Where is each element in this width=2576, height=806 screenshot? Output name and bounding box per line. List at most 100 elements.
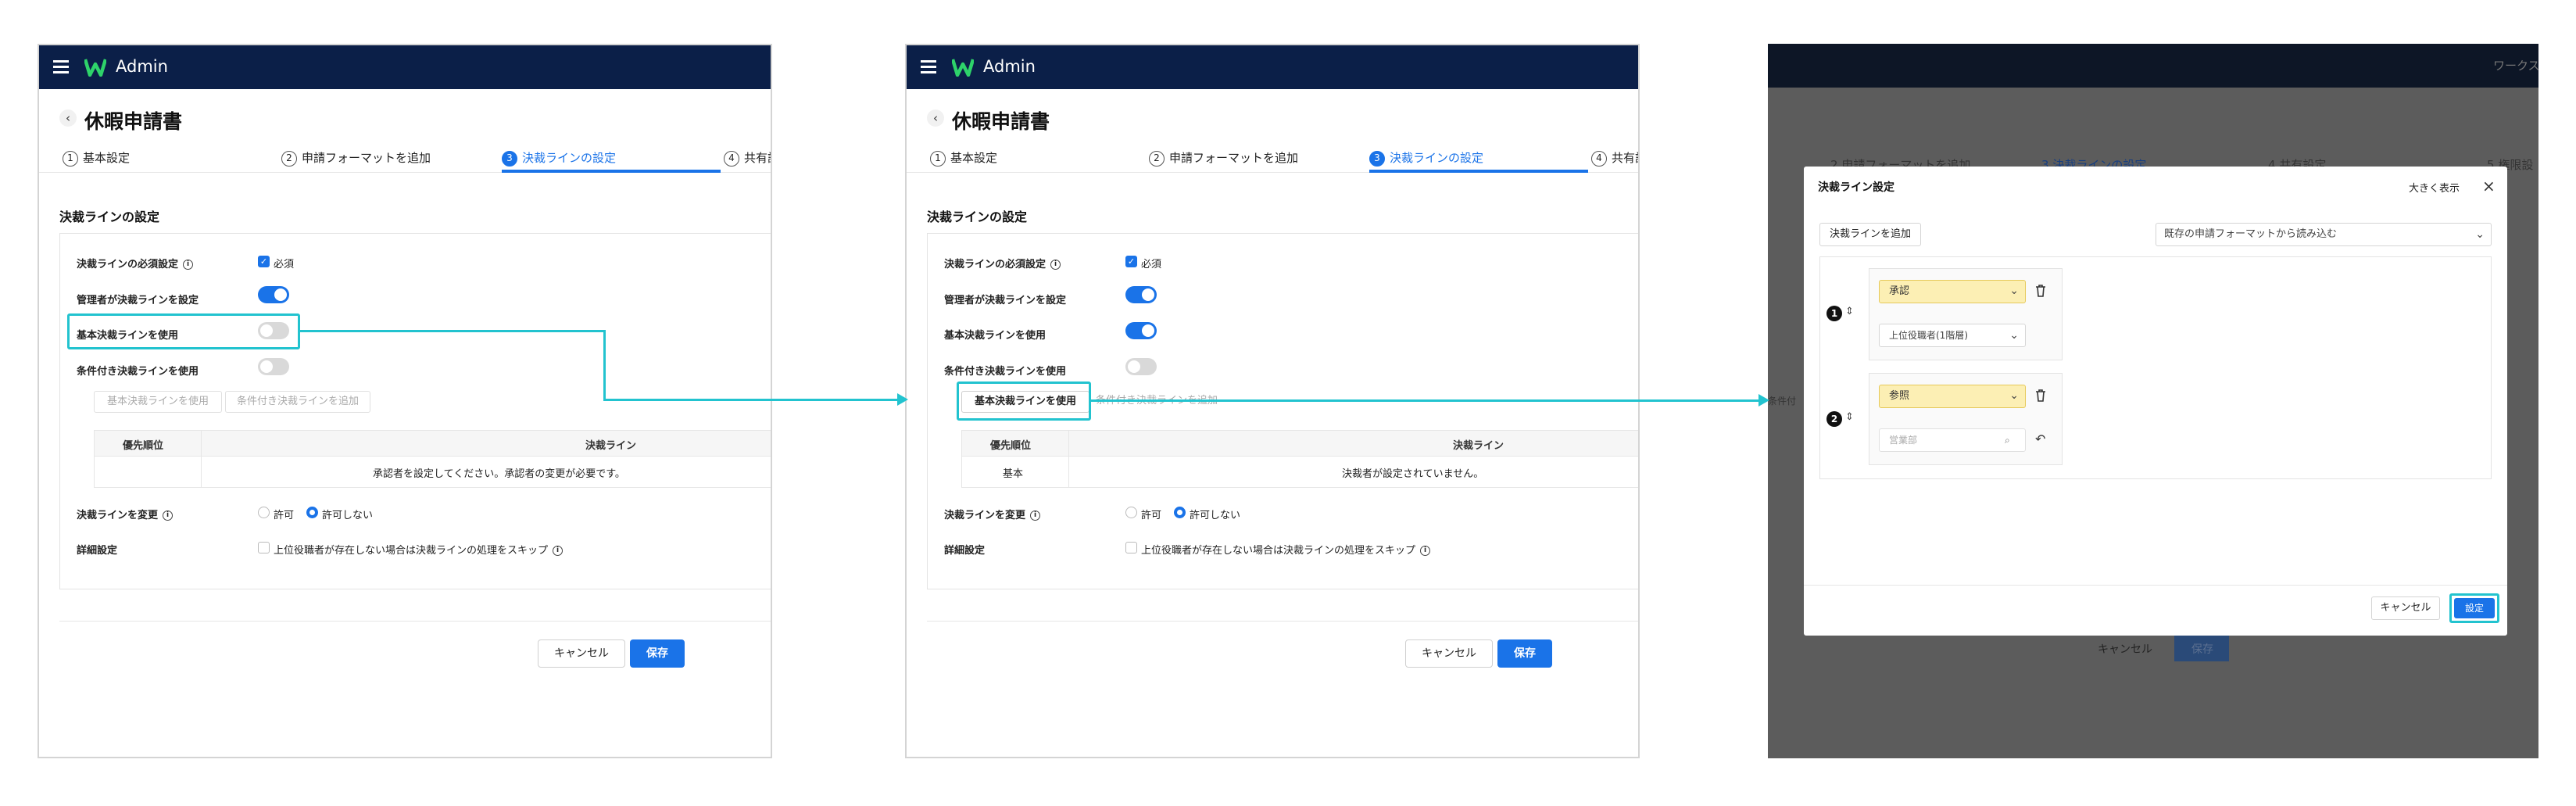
info-icon[interactable]: i — [553, 546, 564, 556]
skip-checkbox[interactable] — [258, 542, 270, 553]
brand-name: Admin — [983, 57, 1036, 76]
menu-icon[interactable] — [921, 60, 936, 73]
trash-icon[interactable] — [2035, 285, 2046, 297]
modal-cancel-button[interactable]: キャンセル — [2371, 596, 2440, 620]
approval-type-select[interactable]: 承認 ⌄ — [1879, 280, 2026, 303]
table-header: 優先順位 決裁ライン — [94, 430, 771, 457]
info-icon[interactable]: i — [183, 260, 194, 270]
table-row: 承認者を設定してください。承認者の変更が必要です。 — [94, 457, 771, 488]
bg-title: ワークス — [2493, 59, 2538, 73]
detail-label: 詳細設定 — [944, 545, 986, 557]
skip-label: 上位役職者が存在しない場合は決裁ラインの処理をスキップ i — [274, 542, 564, 557]
back-icon[interactable]: ‹ — [59, 109, 77, 127]
expand-link[interactable]: 大きく表示 — [2409, 180, 2460, 195]
bg-side-text: 条件付 — [1768, 396, 1797, 407]
modal-title: 決裁ライン設定 — [1818, 181, 1894, 194]
radio-deny-label: 許可しない — [322, 510, 374, 521]
cancel-button[interactable]: キャンセル — [538, 639, 625, 668]
page-title: 休暇申請書 — [84, 110, 183, 133]
tab-step-2[interactable]: 2 申請フォーマットを追加 — [281, 149, 431, 173]
menu-icon[interactable] — [53, 60, 69, 73]
tab-step-1[interactable]: 1 基本設定 — [63, 149, 130, 173]
add-conditional-button[interactable]: 条件付き決裁ラインを追加 — [1093, 391, 1238, 413]
save-button[interactable]: 保存 — [1497, 639, 1552, 668]
sort-icon[interactable]: ⇕ — [1845, 411, 1854, 423]
save-button[interactable]: 保存 — [630, 639, 685, 668]
approval-line-modal: 決裁ライン設定 大きく表示 × 決裁ラインを追加 既存の申請フォーマットから読み… — [1804, 167, 2507, 636]
change-label: 決裁ラインを変更 i — [77, 507, 174, 521]
use-conditional-toggle[interactable] — [258, 358, 289, 375]
radio-allow[interactable] — [258, 507, 270, 518]
col-priority: 優先順位 — [123, 440, 164, 452]
tab-step-4[interactable]: 4共有設 — [724, 149, 771, 173]
skip-checkbox[interactable] — [1125, 542, 1137, 553]
line-steps-area: 1 ⇕ 承認 ⌄ 上位役職者(1階層) ⌄ 2 ⇕ 参照 ⌄ 営業部 ⌕ ↶ — [1819, 256, 2492, 479]
use-conditional-label: 条件付き決裁ラインを使用 — [944, 366, 1067, 378]
approval-type-select[interactable]: 参照 ⌄ — [1879, 385, 2026, 408]
confirm-button[interactable]: 設定 — [2454, 598, 2495, 618]
chevron-down-icon: ⌄ — [2009, 389, 2019, 402]
row-line: 決裁者が設定されていません。 — [1342, 468, 1484, 480]
admin-sets-toggle[interactable] — [258, 286, 289, 303]
step-badge: 2 — [1826, 411, 1842, 427]
col-priority: 優先順位 — [990, 440, 1032, 452]
change-label: 決裁ラインを変更 i — [944, 507, 1041, 521]
tab-step-3[interactable]: 3 決裁ラインの設定 — [502, 149, 721, 173]
add-conditional-button[interactable]: 条件付き決裁ラインを追加 — [225, 391, 370, 413]
top-bar: Admin — [39, 45, 771, 89]
cancel-button[interactable]: キャンセル — [1405, 639, 1493, 668]
radio-deny[interactable] — [1174, 507, 1186, 518]
approver-select[interactable]: 上位役職者(1階層) ⌄ — [1879, 324, 2026, 347]
section-title: 決裁ラインの設定 — [927, 210, 1028, 224]
use-conditional-label: 条件付き決裁ラインを使用 — [77, 366, 199, 378]
highlight-basic-button — [957, 382, 1091, 421]
brand-name: Admin — [116, 57, 168, 76]
info-icon[interactable]: i — [1420, 546, 1431, 556]
add-line-button[interactable]: 決裁ラインを追加 — [1819, 223, 1921, 246]
use-basic-button[interactable]: 基本決裁ラインを使用 — [94, 391, 222, 413]
col-line: 決裁ライン — [585, 440, 637, 452]
arrow-icon — [897, 393, 908, 406]
tab-step-2[interactable]: 2 申請フォーマットを追加 — [1149, 149, 1298, 173]
use-basic-label: 基本決裁ラインを使用 — [944, 330, 1046, 342]
load-format-select[interactable]: 既存の申請フォーマットから読み込む ⌄ — [2156, 223, 2492, 246]
top-bar-dimmed — [1768, 44, 2538, 88]
info-icon[interactable]: i — [163, 510, 174, 521]
radio-allow-label: 許可 — [1141, 510, 1162, 521]
use-basic-toggle[interactable] — [1125, 322, 1157, 339]
required-value: 必須 — [1141, 259, 1162, 270]
logo-icon — [952, 59, 974, 77]
connector-line — [300, 330, 605, 332]
chevron-down-icon: ⌄ — [2475, 228, 2485, 241]
required-label: 決裁ラインの必須設定 i — [944, 256, 1061, 270]
col-line: 決裁ライン — [1453, 440, 1504, 452]
use-conditional-toggle[interactable] — [1125, 358, 1157, 375]
back-icon[interactable]: ‹ — [927, 109, 944, 127]
page-title: 休暇申請書 — [952, 110, 1050, 133]
radio-deny[interactable] — [306, 507, 318, 518]
sort-icon[interactable]: ⇕ — [1845, 306, 1854, 317]
divider — [59, 621, 771, 622]
connector-line — [603, 330, 606, 400]
tab-step-1[interactable]: 1 基本設定 — [930, 149, 997, 173]
required-checkbox[interactable]: ✓ — [1125, 256, 1137, 267]
table-header: 優先順位 決裁ライン — [961, 430, 1638, 457]
tab-step-4[interactable]: 4共有設 — [1591, 149, 1638, 173]
step-card: 参照 ⌄ 営業部 ⌕ ↶ — [1869, 373, 2063, 465]
logo-icon — [84, 59, 106, 77]
radio-allow[interactable] — [1125, 507, 1137, 518]
trash-icon[interactable] — [2035, 389, 2046, 402]
reset-icon[interactable]: ↶ — [2035, 432, 2045, 446]
chevron-down-icon: ⌄ — [2009, 285, 2019, 297]
approver-search-input[interactable]: 営業部 ⌕ — [1879, 428, 2026, 452]
table-row[interactable]: 基本 決裁者が設定されていません。 — [961, 457, 1638, 488]
close-icon[interactable]: × — [2482, 177, 2496, 195]
step-badge: 1 — [1826, 306, 1842, 321]
info-icon[interactable]: i — [1050, 260, 1061, 270]
info-icon[interactable]: i — [1030, 510, 1041, 521]
admin-sets-label: 管理者が決裁ラインを設定 — [77, 295, 199, 306]
admin-sets-toggle[interactable] — [1125, 286, 1157, 303]
tab-step-3[interactable]: 3 決裁ラインの設定 — [1369, 149, 1588, 173]
required-checkbox[interactable]: ✓ — [258, 256, 270, 267]
radio-allow-label: 許可 — [274, 510, 295, 521]
